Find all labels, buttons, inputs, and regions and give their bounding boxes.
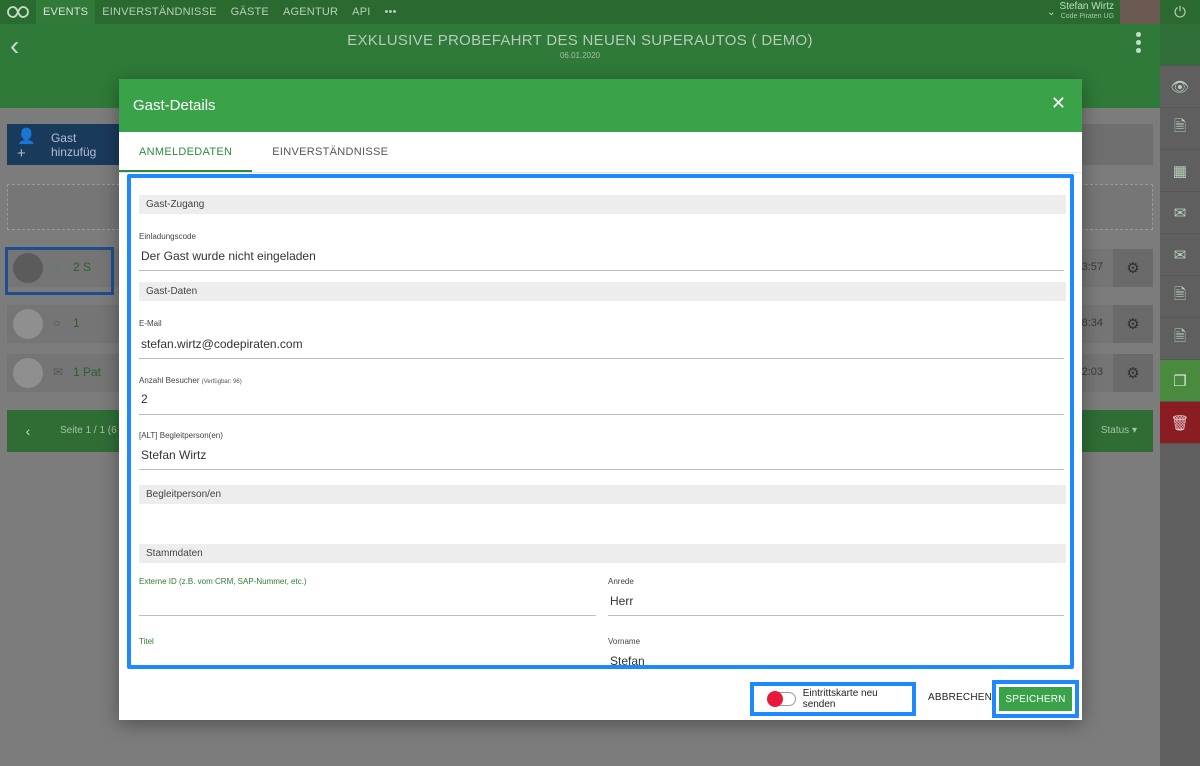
alt-companion-field[interactable]: Stefan Wirtz — [141, 448, 1066, 462]
firstname-label: Vorname — [608, 637, 641, 646]
cancel-button[interactable]: ABBRECHEN — [928, 692, 992, 703]
user-avatar[interactable] — [1120, 0, 1160, 24]
alt-companion-label: [ALT] Begleitperson(en) — [139, 431, 223, 440]
firstname-field[interactable]: Stefan — [610, 654, 1064, 665]
gear-icon[interactable]: ⚙ — [1113, 249, 1153, 287]
dialog-header: Gast-Details ✕ — [119, 79, 1082, 132]
page-info: Seite 1 / 1 (6 — [60, 425, 117, 436]
more-vert-icon[interactable] — [1133, 32, 1143, 53]
section-companions: Begleitperson/en — [139, 485, 1066, 504]
eye-icon[interactable]: 👁 — [1160, 66, 1200, 108]
divider — [139, 615, 596, 616]
salutation-select[interactable]: Herr — [610, 594, 1064, 608]
guest-details-dialog: Gast-Details ✕ ANMELDEDATEN EINVERSTÄNDN… — [119, 79, 1082, 720]
resend-ticket-label: Eintrittskarte neu senden — [802, 688, 878, 710]
tab-consents[interactable]: EINVERSTÄNDNISSE — [252, 132, 408, 172]
gear-icon[interactable]: ⚙ — [1113, 305, 1153, 343]
nav-item-guests[interactable]: GÄSTE — [224, 0, 276, 24]
guest-count: 1 Pat — [73, 365, 102, 379]
guest-time: 2:03 — [1081, 366, 1103, 378]
dialog-title: Gast-Details — [133, 97, 216, 114]
invite-code-label: Einladungscode — [139, 232, 196, 241]
mail-icon: ✉ — [53, 365, 64, 379]
email-field[interactable]: stefan.wirtz@codepiraten.com — [141, 337, 1066, 351]
email-label: E-Mail — [139, 319, 162, 328]
chevron-left-icon[interactable]: ‹ — [7, 410, 49, 452]
circle-icon: ○ — [53, 316, 61, 330]
pdf-file-icon[interactable]: 🗎 — [1160, 276, 1200, 318]
guest-avatar — [13, 358, 43, 388]
divider — [139, 270, 1064, 271]
guest-count: 2 S — [73, 260, 92, 274]
save-highlight: SPEICHERN — [992, 680, 1079, 718]
title-label: Titel — [139, 637, 154, 646]
nav-item-agency[interactable]: AGENTUR — [276, 0, 345, 24]
rail-spacer — [1160, 24, 1200, 66]
guest-time: 3:57 — [1081, 261, 1103, 273]
right-action-rail: ⏻ 👁 🗎 ▦ ✉ ✉ 🗎 🗎 ❐ 🗑 — [1160, 0, 1200, 766]
check-circle-icon: ✓ — [53, 260, 64, 274]
salutation-label: Anrede — [608, 577, 634, 586]
section-guest-data: Gast-Daten — [139, 282, 1066, 301]
save-button[interactable]: SPEICHERN — [999, 687, 1072, 711]
divider — [139, 414, 1064, 415]
close-icon[interactable]: ✕ — [1051, 93, 1066, 114]
power-icon[interactable]: ⏻ — [1160, 0, 1200, 24]
add-guest-label: Gast hinzufüg — [50, 130, 97, 159]
event-title: EXKLUSIVE PROBEFAHRT DES NEUEN SUPERAUTO… — [347, 32, 813, 49]
code-file-icon[interactable]: 🗎 — [1160, 108, 1200, 150]
add-guest-button[interactable]: 👤+ Gast hinzufüg — [7, 124, 121, 165]
trash-icon[interactable]: 🗑 — [1160, 402, 1200, 444]
app-logo-icon[interactable] — [0, 0, 36, 24]
status-filter[interactable]: Status ▾ — [1101, 425, 1137, 436]
divider — [139, 358, 1064, 359]
user-company: Code Piraten UG — [1060, 13, 1114, 20]
invite-code-field[interactable]: Der Gast wurde nicht eingeladen — [141, 249, 1066, 263]
guest-count: 1 — [73, 316, 80, 330]
visitors-label: Anzahl Besucher (Verfügbar: 96) — [139, 376, 242, 385]
guest-time: 8:34 — [1081, 317, 1103, 329]
mail-open-icon[interactable]: ✉ — [1160, 192, 1200, 234]
visitors-field[interactable]: 2 — [141, 392, 1066, 406]
add-user-icon: 👤+ — [17, 128, 36, 162]
top-nav: EVENTS EINVERSTÄNDNISSE GÄSTE AGENTUR AP… — [0, 0, 1160, 24]
toggle-switch[interactable] — [767, 691, 796, 707]
resend-ticket-toggle[interactable]: Eintrittskarte neu senden — [750, 682, 916, 716]
user-menu[interactable]: ⌄ Stefan Wirtz Code Piraten UG — [1047, 0, 1160, 24]
nav-item-api[interactable]: API — [345, 0, 377, 24]
guest-avatar — [13, 253, 43, 283]
visitors-hint: (Verfügbar: 96) — [201, 379, 242, 385]
registration-form: Gast-Zugang Einladungscode Der Gast wurd… — [127, 174, 1074, 669]
nav-more-menu[interactable]: ••• — [378, 0, 404, 24]
copy-icon[interactable]: ❐ — [1160, 360, 1200, 402]
tab-registration[interactable]: ANMELDEDATEN — [119, 132, 253, 172]
nav-item-events[interactable]: EVENTS — [36, 0, 96, 24]
user-name: Stefan Wirtz — [1059, 1, 1114, 12]
excel-file-icon[interactable]: 🗎 — [1160, 318, 1200, 360]
external-id-label: Externe ID (z.B. vom CRM, SAP-Nummer, et… — [139, 577, 307, 586]
event-date: 06.01.2020 — [559, 51, 601, 60]
gear-icon[interactable]: ⚙ — [1113, 354, 1153, 392]
nav-item-consents[interactable]: EINVERSTÄNDNISSE — [95, 0, 223, 24]
dialog-tabs: ANMELDEDATEN EINVERSTÄNDNISSE — [119, 132, 1082, 173]
section-master-data: Stammdaten — [139, 544, 1066, 563]
divider — [608, 615, 1064, 616]
divider — [139, 469, 1064, 470]
guest-avatar — [13, 309, 43, 339]
mail-open-alt-icon[interactable]: ✉ — [1160, 234, 1200, 276]
qr-code-icon[interactable]: ▦ — [1160, 150, 1200, 192]
section-guest-access: Gast-Zugang — [139, 195, 1066, 214]
chevron-down-icon: ⌄ — [1047, 6, 1056, 18]
